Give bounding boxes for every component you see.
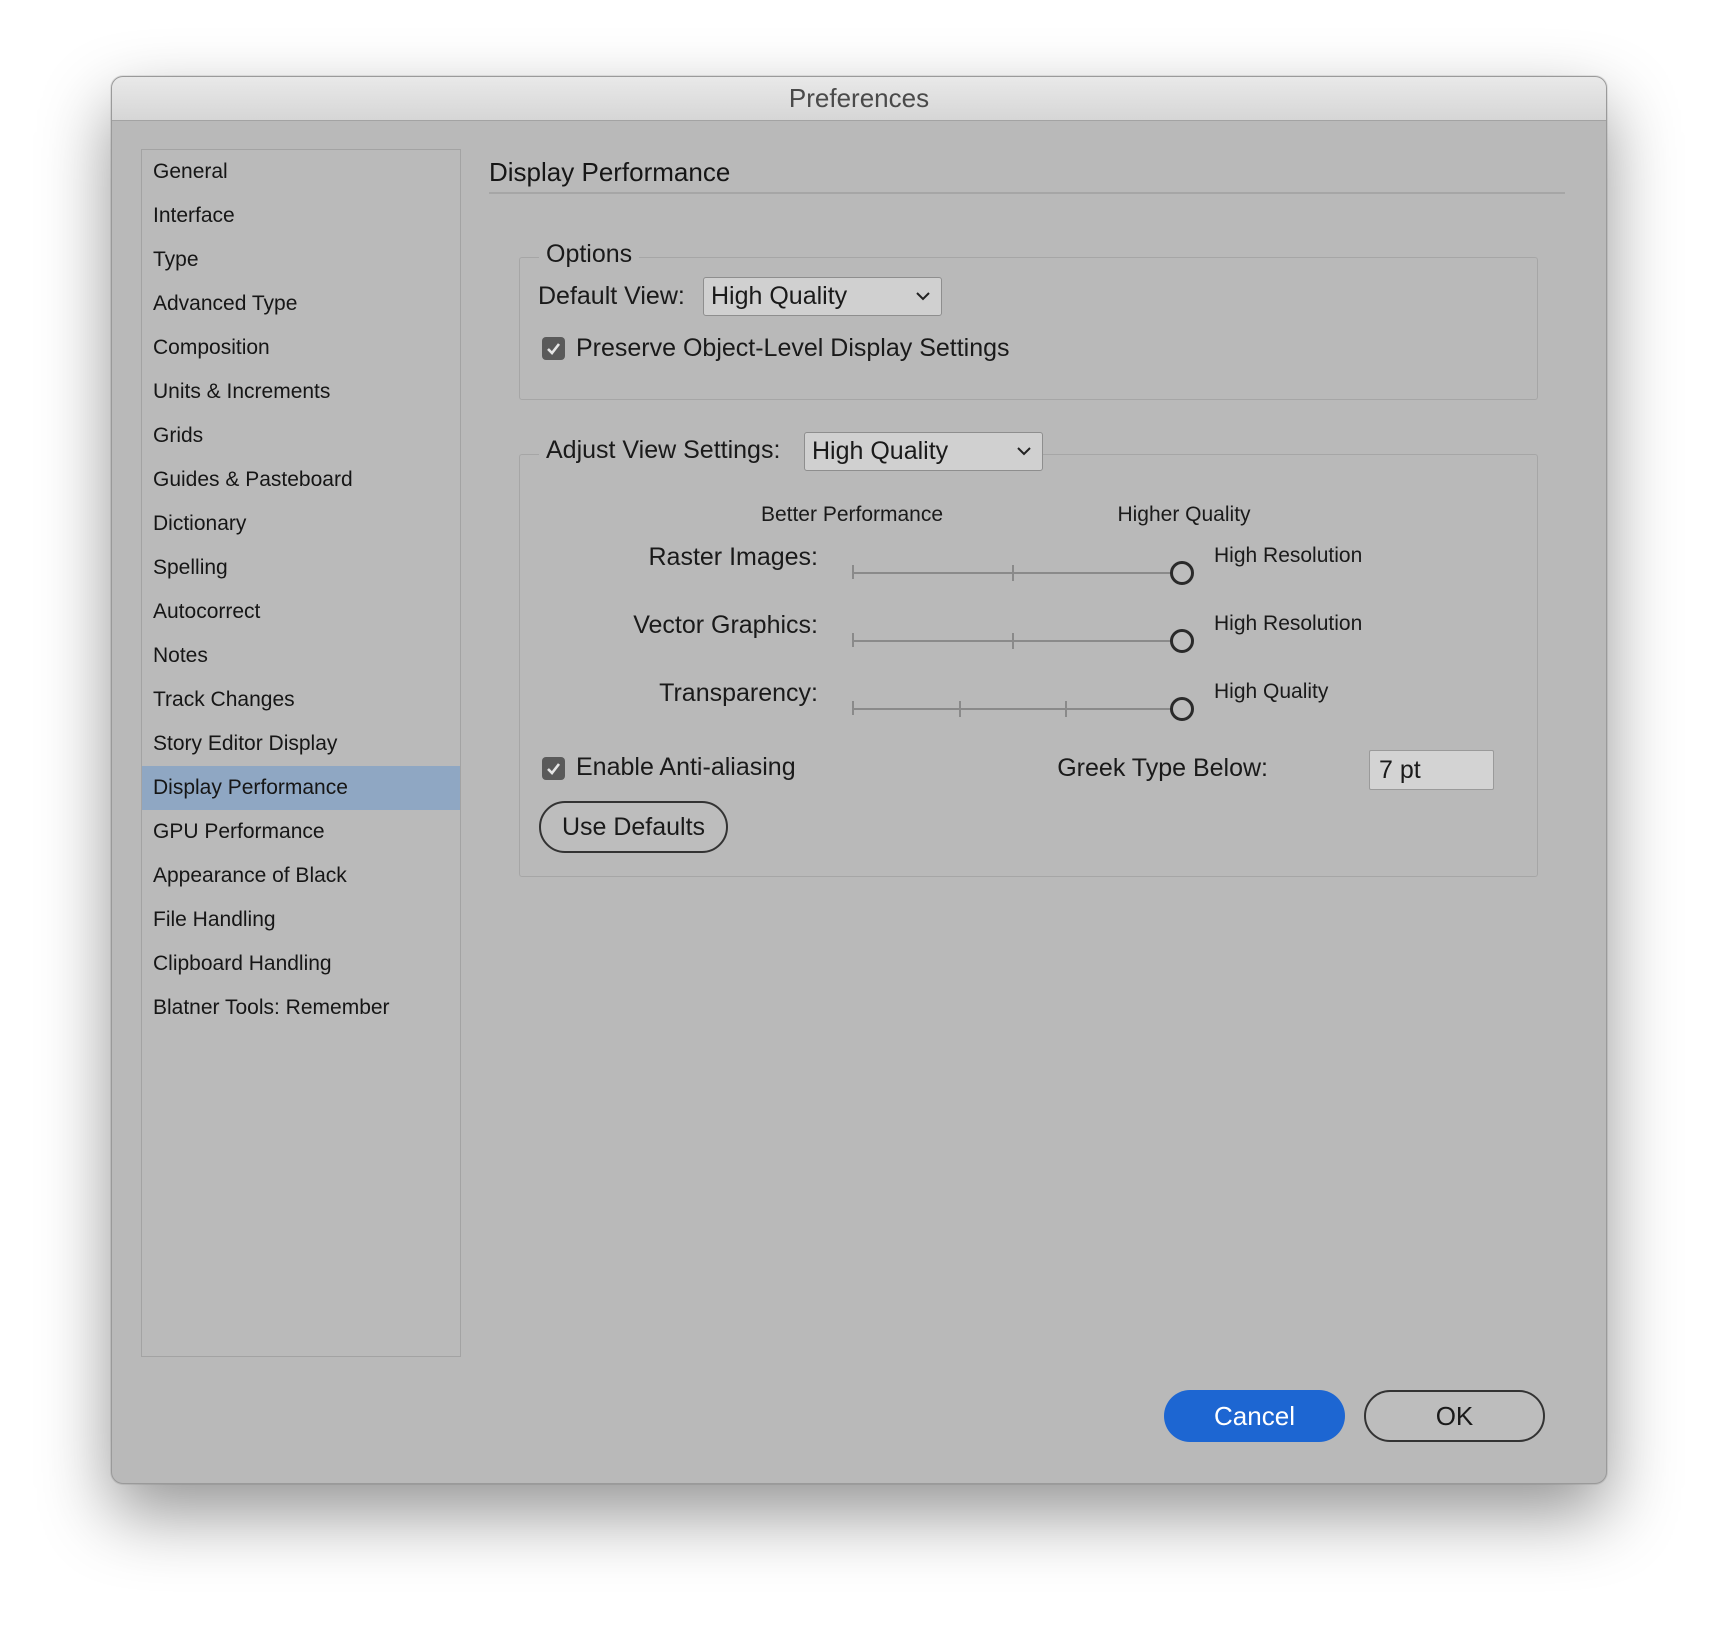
- ok-button[interactable]: OK: [1364, 1390, 1545, 1442]
- slider-thumb[interactable]: [1170, 629, 1194, 653]
- chevron-down-icon: [916, 292, 930, 301]
- slider-tick: [852, 633, 854, 647]
- sidebar-item-blatner-tools-remember[interactable]: Blatner Tools: Remember: [142, 986, 460, 1030]
- sidebar-item-interface[interactable]: Interface: [142, 194, 460, 238]
- anti-aliasing-label: Enable Anti-aliasing: [576, 753, 796, 781]
- slider-tick: [958, 701, 961, 717]
- raster-images-value: High Resolution: [1214, 544, 1363, 567]
- sidebar-item-general[interactable]: General: [142, 150, 460, 194]
- default-view-label: Default View:: [538, 282, 685, 310]
- options-group: [519, 257, 1538, 400]
- sidebar-item-advanced-type[interactable]: Advanced Type: [142, 282, 460, 326]
- sidebar-item-file-handling[interactable]: File Handling: [142, 898, 460, 942]
- scale-label-higher-quality: Higher Quality: [1117, 503, 1251, 526]
- raster-images-slider[interactable]: [852, 558, 1196, 588]
- greek-type-label: Greek Type Below:: [1057, 754, 1268, 782]
- greek-type-input[interactable]: 7 pt: [1369, 750, 1494, 790]
- adjust-view-value: High Quality: [812, 437, 949, 465]
- default-view-select[interactable]: High Quality: [703, 277, 942, 316]
- cancel-button[interactable]: Cancel: [1164, 1390, 1345, 1442]
- sidebar-item-clipboard-handling[interactable]: Clipboard Handling: [142, 942, 460, 986]
- sidebar-item-track-changes[interactable]: Track Changes: [142, 678, 460, 722]
- adjust-view-label: Adjust View Settings:: [546, 436, 781, 464]
- transparency-slider[interactable]: [852, 694, 1196, 724]
- preserve-settings-label: Preserve Object-Level Display Settings: [576, 334, 1010, 362]
- slider-tick: [852, 701, 854, 715]
- panel-title: Display Performance: [489, 157, 731, 187]
- vector-graphics-value: High Resolution: [1214, 612, 1363, 635]
- vector-graphics-slider[interactable]: [852, 626, 1196, 656]
- sidebar-item-guides-pasteboard[interactable]: Guides & Pasteboard: [142, 458, 460, 502]
- anti-aliasing-checkbox[interactable]: [542, 757, 565, 780]
- default-view-value: High Quality: [711, 282, 848, 310]
- preserve-settings-checkbox[interactable]: [542, 337, 565, 360]
- raster-images-label: Raster Images:: [648, 543, 818, 571]
- sidebar-item-grids[interactable]: Grids: [142, 414, 460, 458]
- preferences-dialog: Preferences General Interface Type Advan…: [111, 76, 1607, 1484]
- preferences-sidebar: General Interface Type Advanced Type Com…: [141, 149, 461, 1357]
- chevron-down-icon: [1017, 447, 1031, 456]
- sidebar-item-type[interactable]: Type: [142, 238, 460, 282]
- transparency-label: Transparency:: [659, 679, 818, 707]
- transparency-value: High Quality: [1214, 680, 1329, 703]
- checkmark-icon: [547, 763, 561, 775]
- options-legend: Options: [539, 240, 640, 269]
- sidebar-item-dictionary[interactable]: Dictionary: [142, 502, 460, 546]
- sidebar-item-spelling[interactable]: Spelling: [142, 546, 460, 590]
- slider-track: [852, 708, 1172, 710]
- sidebar-item-gpu-performance[interactable]: GPU Performance: [142, 810, 460, 854]
- adjust-view-select[interactable]: High Quality: [804, 432, 1043, 471]
- sidebar-item-composition[interactable]: Composition: [142, 326, 460, 370]
- vector-graphics-label: Vector Graphics:: [633, 611, 818, 639]
- slider-tick: [852, 565, 854, 579]
- scale-label-better-performance: Better Performance: [760, 503, 944, 526]
- sidebar-item-appearance-of-black[interactable]: Appearance of Black: [142, 854, 460, 898]
- slider-thumb[interactable]: [1170, 561, 1194, 585]
- slider-thumb[interactable]: [1170, 697, 1194, 721]
- window-title: Preferences: [112, 77, 1606, 121]
- title-divider: [489, 192, 1565, 194]
- use-defaults-button[interactable]: Use Defaults: [539, 801, 728, 853]
- sidebar-item-display-performance[interactable]: Display Performance: [142, 766, 460, 810]
- sidebar-item-notes[interactable]: Notes: [142, 634, 460, 678]
- sidebar-item-units-increments[interactable]: Units & Increments: [142, 370, 460, 414]
- checkmark-icon: [547, 343, 561, 355]
- slider-tick: [1012, 565, 1014, 581]
- slider-tick: [1065, 701, 1068, 717]
- sidebar-item-story-editor-display[interactable]: Story Editor Display: [142, 722, 460, 766]
- slider-tick: [1012, 633, 1014, 649]
- sidebar-item-autocorrect[interactable]: Autocorrect: [142, 590, 460, 634]
